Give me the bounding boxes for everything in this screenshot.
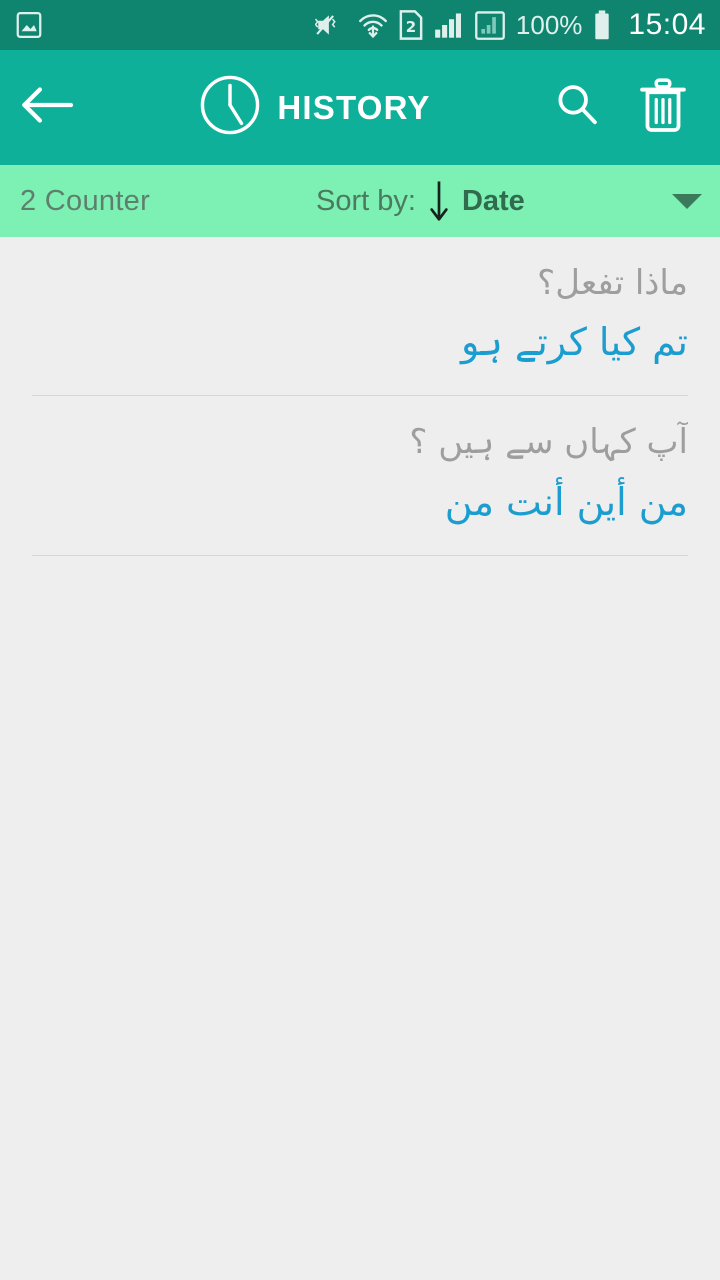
page-title: HISTORY <box>277 88 431 126</box>
sort-by-control[interactable]: Sort by: Date <box>316 165 525 237</box>
search-icon <box>554 82 600 133</box>
mute-vibrate-icon <box>314 10 347 40</box>
sort-by-label: Sort by: <box>316 184 416 217</box>
signal-bars-icon <box>434 10 464 40</box>
sort-bar: 2 Counter Sort by: Date <box>0 165 720 237</box>
status-bar-left <box>14 10 44 40</box>
history-translated-text: تم کیا کرتے ہو <box>460 320 688 365</box>
app-screen: 2 100% 15:04 HISTORY 2 Counter Sort by: … <box>0 0 720 1280</box>
sim2-icon: 2 <box>399 10 423 40</box>
svg-text:2: 2 <box>406 18 416 36</box>
delete-all-button[interactable] <box>620 50 706 165</box>
battery-percent-label: 100% <box>515 9 583 40</box>
history-source-text: ماذا تفعل؟ <box>537 263 688 303</box>
app-bar: HISTORY <box>0 50 720 165</box>
chevron-down-icon <box>672 193 702 209</box>
wifi-icon <box>358 10 388 40</box>
back-arrow-icon <box>21 85 75 130</box>
screenshot-gallery-icon <box>14 10 44 40</box>
sort-value-label: Date <box>461 184 525 217</box>
history-translated-text: من أين أنت من <box>444 479 688 524</box>
trash-icon <box>639 78 687 137</box>
battery-full-icon <box>593 10 611 40</box>
status-bar-right: 2 100% 15:04 <box>314 8 706 42</box>
app-bar-title-group: HISTORY <box>96 74 534 141</box>
back-button[interactable] <box>0 50 96 165</box>
arrow-down-icon[interactable] <box>428 179 450 223</box>
history-list: ماذا تفعل؟ تم کیا کرتے ہو آپ کہاں سے ہیں… <box>0 237 720 1280</box>
list-divider <box>32 554 688 556</box>
search-button[interactable] <box>534 50 620 165</box>
counter-label: 2 Counter <box>20 184 151 217</box>
list-item[interactable]: ماذا تفعل؟ تم کیا کرتے ہو <box>0 237 720 371</box>
sort-dropdown-button[interactable] <box>672 165 702 237</box>
status-bar: 2 100% 15:04 <box>0 0 720 50</box>
clock-time-label: 15:04 <box>628 8 706 41</box>
history-source-text: آپ کہاں سے ہیں ؟ <box>409 422 688 463</box>
signal-second-icon <box>475 10 505 40</box>
clock-icon <box>199 74 261 141</box>
list-item[interactable]: آپ کہاں سے ہیں ؟ من أين أنت من <box>0 396 720 530</box>
